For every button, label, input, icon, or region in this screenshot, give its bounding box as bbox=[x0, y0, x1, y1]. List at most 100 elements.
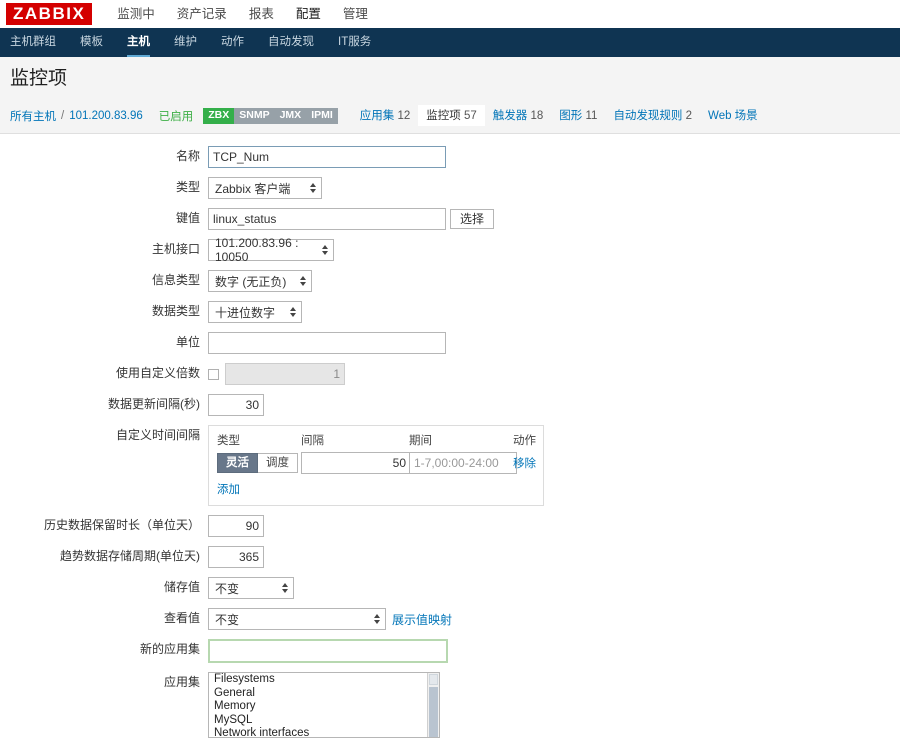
label-info-type: 信息类型 bbox=[151, 273, 200, 287]
label-name: 名称 bbox=[175, 149, 200, 163]
subnav-item-hosts[interactable]: 主机 bbox=[115, 28, 162, 57]
breadcrumb-all-hosts[interactable]: 所有主机 bbox=[10, 108, 56, 124]
tab-items-label: 监控项 bbox=[426, 110, 461, 122]
applications-listbox[interactable]: Filesystems General Memory MySQL Network… bbox=[208, 672, 440, 738]
remove-interval-link[interactable]: 移除 bbox=[513, 458, 536, 470]
data-type-value: 十进位数字 bbox=[215, 305, 276, 320]
show-value-select[interactable]: 不变 bbox=[208, 608, 386, 630]
tab-web-scenarios-label: Web 场景 bbox=[708, 110, 758, 122]
toggle-flexible[interactable]: 灵活 bbox=[217, 453, 258, 473]
field-row-units: 单位 bbox=[0, 332, 900, 354]
tab-applications[interactable]: 应用集 12 bbox=[352, 105, 419, 126]
chevron-updown-icon bbox=[310, 181, 316, 195]
list-item[interactable]: MySQL bbox=[209, 714, 439, 728]
tab-applications-label: 应用集 bbox=[359, 110, 395, 122]
use-multiplier-checkbox[interactable] bbox=[208, 368, 219, 380]
page-title-area: 监控项 bbox=[0, 57, 900, 99]
list-item[interactable]: General bbox=[209, 687, 439, 701]
field-row-type: 类型 Zabbix 客户端 bbox=[0, 177, 900, 199]
tab-items[interactable]: 监控项 57 bbox=[418, 105, 485, 126]
multiplier-input bbox=[225, 363, 345, 385]
label-host-interface: 主机接口 bbox=[151, 242, 200, 256]
list-item[interactable]: Network interfaces bbox=[209, 727, 439, 737]
tab-triggers-label: 触发器 bbox=[492, 110, 528, 122]
field-row-applications: 应用集 Filesystems General Memory MySQL Net… bbox=[0, 672, 900, 738]
update-interval-input[interactable] bbox=[208, 394, 264, 416]
host-interface-select[interactable]: 101.200.83.96 : 10050 bbox=[208, 236, 334, 264]
chevron-updown-icon bbox=[374, 612, 380, 626]
label-use-multiplier: 使用自定义倍数 bbox=[115, 366, 200, 380]
topnav-item-configuration[interactable]: 配置 bbox=[285, 0, 332, 35]
subnav-item-maintenance[interactable]: 维护 bbox=[162, 28, 209, 57]
field-row-data-type: 数据类型 十进位数字 bbox=[0, 301, 900, 323]
label-trends-retention: 趋势数据存储周期(单位天) bbox=[60, 549, 200, 563]
tab-graphs-label: 图形 bbox=[559, 110, 583, 122]
trends-input[interactable] bbox=[208, 546, 264, 568]
info-type-value: 数字 (无正负) bbox=[215, 274, 287, 289]
tab-graphs[interactable]: 图形 11 bbox=[551, 105, 605, 126]
field-row-multiplier: 使用自定义倍数 bbox=[0, 363, 900, 385]
tab-web-scenarios[interactable]: Web 场景 bbox=[700, 105, 766, 126]
data-type-select[interactable]: 十进位数字 bbox=[208, 301, 302, 323]
select-key-button[interactable]: 选择 bbox=[450, 209, 495, 229]
field-row-store-value: 储存值 不变 bbox=[0, 577, 900, 599]
scrollbar-thumb[interactable] bbox=[429, 687, 438, 737]
add-interval-link[interactable]: 添加 bbox=[217, 484, 240, 496]
tab-triggers-count: 18 bbox=[530, 110, 544, 122]
list-item[interactable]: Filesystems bbox=[209, 673, 439, 687]
tab-triggers[interactable]: 触发器 18 bbox=[485, 105, 552, 126]
listbox-scrollbar[interactable] bbox=[427, 673, 439, 737]
breadcrumb-separator: / bbox=[61, 109, 65, 122]
interval-value-input[interactable] bbox=[301, 452, 411, 474]
topnav-item-reports[interactable]: 报表 bbox=[238, 0, 285, 28]
topnav-item-monitoring[interactable]: 监测中 bbox=[106, 0, 166, 28]
breadcrumb-host[interactable]: 101.200.83.96 bbox=[69, 110, 143, 122]
badge-jmx[interactable]: JMX bbox=[274, 107, 307, 124]
history-input[interactable] bbox=[208, 515, 264, 537]
show-value-text: 不变 bbox=[215, 612, 240, 627]
key-input[interactable] bbox=[208, 208, 446, 230]
topnav-item-inventory[interactable]: 资产记录 bbox=[166, 0, 238, 28]
tab-graphs-count: 11 bbox=[585, 110, 598, 122]
field-row-show-value: 查看值 不变 展示值映射 bbox=[0, 608, 900, 630]
zabbix-logo[interactable]: ZABBIX bbox=[6, 3, 93, 25]
store-value-select[interactable]: 不变 bbox=[208, 577, 294, 599]
topnav-item-administration[interactable]: 管理 bbox=[332, 0, 379, 28]
field-row-info-type: 信息类型 数字 (无正负) bbox=[0, 270, 900, 292]
label-store-value: 储存值 bbox=[163, 580, 200, 594]
label-units: 单位 bbox=[175, 335, 200, 349]
info-type-select[interactable]: 数字 (无正负) bbox=[208, 270, 312, 292]
type-select[interactable]: Zabbix 客户端 bbox=[208, 177, 322, 199]
label-history-retention: 历史数据保留时长（单位天） bbox=[43, 518, 200, 532]
badge-zbx[interactable]: ZBX bbox=[203, 107, 235, 124]
field-row-trends: 趋势数据存储周期(单位天) bbox=[0, 546, 900, 568]
custom-intervals-header: 类型 间隔 期间 动作 bbox=[217, 432, 536, 448]
show-value-mapping-link[interactable]: 展示值映射 bbox=[392, 611, 452, 628]
badge-snmp[interactable]: SNMP bbox=[234, 107, 275, 124]
subnav-item-actions[interactable]: 动作 bbox=[209, 28, 256, 57]
scroll-up-button[interactable] bbox=[429, 674, 438, 685]
units-input[interactable] bbox=[208, 332, 446, 354]
field-row-history: 历史数据保留时长（单位天） bbox=[0, 515, 900, 537]
tab-discovery-rules-label: 自动发现规则 bbox=[613, 110, 683, 122]
field-row-key: 键值 选择 bbox=[0, 208, 900, 230]
store-value-text: 不变 bbox=[215, 581, 240, 596]
subnav-item-templates[interactable]: 模板 bbox=[68, 28, 115, 57]
subnav-item-it-services[interactable]: IT服务 bbox=[326, 28, 383, 57]
list-item[interactable]: Memory bbox=[209, 700, 439, 714]
primary-nav: 监测中 资产记录 报表 配置 管理 bbox=[106, 0, 379, 35]
interval-period-input[interactable] bbox=[409, 452, 517, 474]
host-resource-tabs: 应用集 12 监控项 57 触发器 18 图形 11 自动发现规则 2 Web … bbox=[352, 105, 766, 126]
tab-discovery-rules[interactable]: 自动发现规则 2 bbox=[605, 105, 700, 126]
label-update-interval: 数据更新间隔(秒) bbox=[108, 397, 200, 411]
toggle-scheduling[interactable]: 调度 bbox=[258, 453, 298, 473]
col-header-action: 动作 bbox=[513, 435, 536, 447]
badge-ipmi[interactable]: IPMI bbox=[306, 107, 338, 124]
tab-applications-count: 12 bbox=[397, 110, 411, 122]
subnav-item-host-groups[interactable]: 主机群组 bbox=[0, 28, 68, 57]
name-input[interactable] bbox=[208, 146, 446, 168]
new-application-input[interactable] bbox=[208, 639, 448, 663]
interface-badges: ZBX SNMP JMX IPMI bbox=[203, 107, 338, 124]
subnav-item-discovery[interactable]: 自动发现 bbox=[256, 28, 326, 57]
secondary-nav: 主机群组 模板 主机 维护 动作 自动发现 IT服务 bbox=[0, 28, 900, 57]
